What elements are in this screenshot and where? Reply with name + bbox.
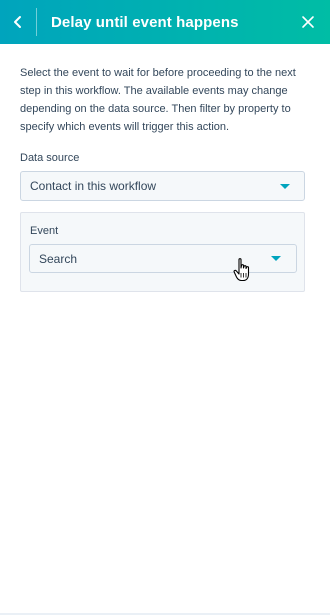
panel-title: Delay until event happens xyxy=(51,13,239,31)
caret-down-icon xyxy=(280,184,290,189)
data-source-label: Data source xyxy=(20,152,80,164)
event-label: Event xyxy=(30,225,59,237)
caret-down-icon xyxy=(271,256,281,261)
data-source-select[interactable]: Contact in this workflow xyxy=(20,171,305,201)
panel-header: Delay until event happens xyxy=(0,0,330,44)
description-text: Select the event to wait for before proc… xyxy=(20,67,296,133)
close-icon xyxy=(302,16,314,28)
event-value: Search xyxy=(39,251,78,266)
close-button[interactable] xyxy=(294,8,322,36)
header-divider xyxy=(36,8,37,36)
hand-cursor-icon xyxy=(233,258,250,282)
event-select[interactable]: Search xyxy=(29,244,297,273)
chevron-left-icon xyxy=(14,16,21,28)
event-panel: Event Search xyxy=(20,212,305,292)
data-source-value: Contact in this workflow xyxy=(30,179,157,193)
back-button[interactable] xyxy=(0,0,36,44)
